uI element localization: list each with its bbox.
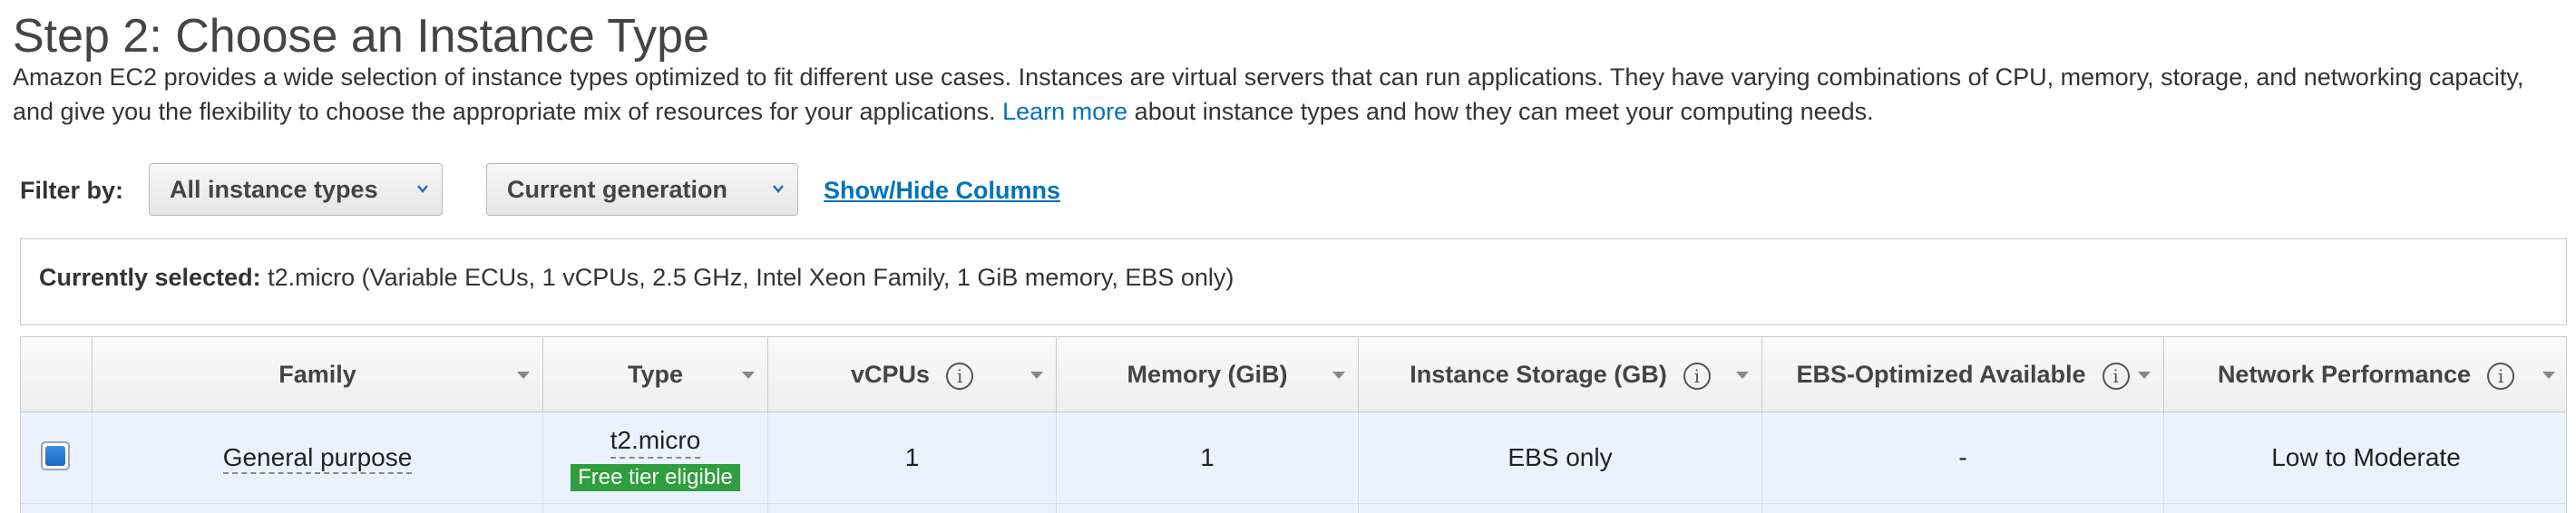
cell-partial bbox=[2164, 504, 2566, 513]
column-header-content: Instance Storage (GB) i bbox=[1359, 359, 1761, 390]
column-header-type[interactable]: Type bbox=[543, 337, 768, 411]
column-header-memory[interactable]: Memory (GiB) bbox=[1057, 337, 1359, 411]
cell-partial bbox=[1359, 504, 1762, 513]
network-value: Low to Moderate bbox=[2271, 443, 2461, 471]
instance-type-page: Step 2: Choose an Instance Type Amazon E… bbox=[0, 0, 2576, 513]
column-header-label: Type bbox=[627, 361, 683, 388]
ebs-value: - bbox=[1958, 443, 1967, 471]
vcpus-value: 1 bbox=[904, 443, 920, 471]
column-header-label: EBS-Optimized Available bbox=[1796, 361, 2086, 388]
cell-family: General purpose bbox=[93, 412, 543, 503]
family-value: General purpose bbox=[222, 443, 413, 474]
column-header-content: EBS-Optimized Available i bbox=[1762, 359, 2163, 390]
instance-types-select[interactable]: All instance types bbox=[149, 163, 443, 216]
column-header-vcpus[interactable]: vCPUs i bbox=[768, 337, 1057, 411]
chevron-down-icon bbox=[417, 185, 428, 193]
table-row-partial bbox=[21, 504, 2566, 513]
sort-down-icon bbox=[517, 372, 530, 379]
row-select-checkbox[interactable] bbox=[41, 441, 70, 470]
memory-value: 1 bbox=[1200, 443, 1215, 471]
cell-ebs-optimized: - bbox=[1762, 412, 2164, 503]
description-text-tail: about instance types and how they can me… bbox=[1127, 98, 1874, 125]
cell-partial bbox=[768, 504, 1057, 513]
column-header-label: Instance Storage (GB) bbox=[1410, 361, 1667, 388]
instance-types-value: All instance types bbox=[170, 176, 378, 203]
cell-partial bbox=[21, 504, 93, 513]
filter-bar: Filter by: All instance types Current ge… bbox=[0, 163, 2576, 218]
column-header-family[interactable]: Family bbox=[93, 337, 543, 411]
chevron-down-icon bbox=[773, 185, 784, 193]
current-selection-value: t2.micro (Variable ECUs, 1 vCPUs, 2.5 GH… bbox=[260, 264, 1234, 291]
sort-down-icon bbox=[742, 372, 755, 379]
generation-select[interactable]: Current generation bbox=[486, 163, 798, 216]
cell-partial bbox=[1762, 504, 2164, 513]
storage-value: EBS only bbox=[1508, 443, 1613, 471]
table-header: Family Type vCPUs i Memory (GiB) Instance… bbox=[21, 337, 2566, 412]
column-header-label: Family bbox=[278, 361, 356, 388]
show-hide-columns-link[interactable]: Show/Hide Columns bbox=[824, 176, 1060, 205]
column-header-label: Network Performance bbox=[2217, 361, 2472, 388]
column-header-content: Network Performance i bbox=[2164, 359, 2566, 390]
instance-type-table: Family Type vCPUs i Memory (GiB) Instance… bbox=[20, 336, 2567, 513]
cell-vcpus: 1 bbox=[768, 412, 1057, 503]
cell-partial bbox=[543, 504, 768, 513]
sort-down-icon bbox=[1030, 372, 1043, 379]
column-header-storage[interactable]: Instance Storage (GB) i bbox=[1359, 337, 1762, 411]
page-title: Step 2: Choose an Instance Type bbox=[13, 10, 710, 63]
cell-memory: 1 bbox=[1057, 412, 1359, 503]
generation-value: Current generation bbox=[507, 176, 728, 203]
type-value: t2.micro bbox=[610, 425, 701, 459]
column-header-label: Memory (GiB) bbox=[1127, 361, 1288, 388]
info-icon[interactable]: i bbox=[1683, 363, 1711, 390]
cell-type: t2.micro Free tier eligible bbox=[543, 412, 768, 503]
sort-down-icon bbox=[2542, 372, 2555, 379]
sort-down-icon bbox=[2138, 372, 2151, 379]
column-header-network[interactable]: Network Performance i bbox=[2164, 337, 2566, 411]
column-header-ebs-optimized[interactable]: EBS-Optimized Available i bbox=[1762, 337, 2164, 411]
column-header-content: vCPUs i bbox=[768, 359, 1056, 390]
type-value-wrap: t2.micro Free tier eligible bbox=[543, 425, 767, 491]
row-select-cell[interactable] bbox=[21, 412, 93, 503]
checkbox-checked-indicator bbox=[45, 446, 65, 466]
sort-down-icon bbox=[1736, 372, 1749, 379]
table-row[interactable]: General purpose t2.micro Free tier eligi… bbox=[21, 412, 2566, 504]
current-selection-text: Currently selected: t2.micro (Variable E… bbox=[39, 259, 1234, 295]
cell-partial bbox=[1057, 504, 1359, 513]
cell-network: Low to Moderate bbox=[2164, 412, 2566, 503]
cell-storage: EBS only bbox=[1359, 412, 1762, 503]
info-icon[interactable]: i bbox=[2102, 363, 2130, 390]
current-selection-label: Currently selected: bbox=[39, 264, 261, 291]
sort-down-icon bbox=[1332, 372, 1345, 379]
cell-partial bbox=[93, 504, 543, 513]
column-header-label: vCPUs bbox=[850, 361, 931, 388]
family-value-wrap: General purpose bbox=[93, 441, 542, 474]
page-description: Amazon EC2 provides a wide selection of … bbox=[13, 60, 2561, 129]
current-selection-panel: Currently selected: t2.micro (Variable E… bbox=[20, 238, 2567, 325]
select-column-header bbox=[21, 337, 93, 411]
free-tier-badge: Free tier eligible bbox=[571, 464, 740, 491]
filter-label: Filter by: bbox=[20, 177, 124, 204]
learn-more-link[interactable]: Learn more bbox=[1002, 98, 1127, 125]
info-icon[interactable]: i bbox=[946, 363, 974, 390]
info-icon[interactable]: i bbox=[2487, 363, 2515, 390]
